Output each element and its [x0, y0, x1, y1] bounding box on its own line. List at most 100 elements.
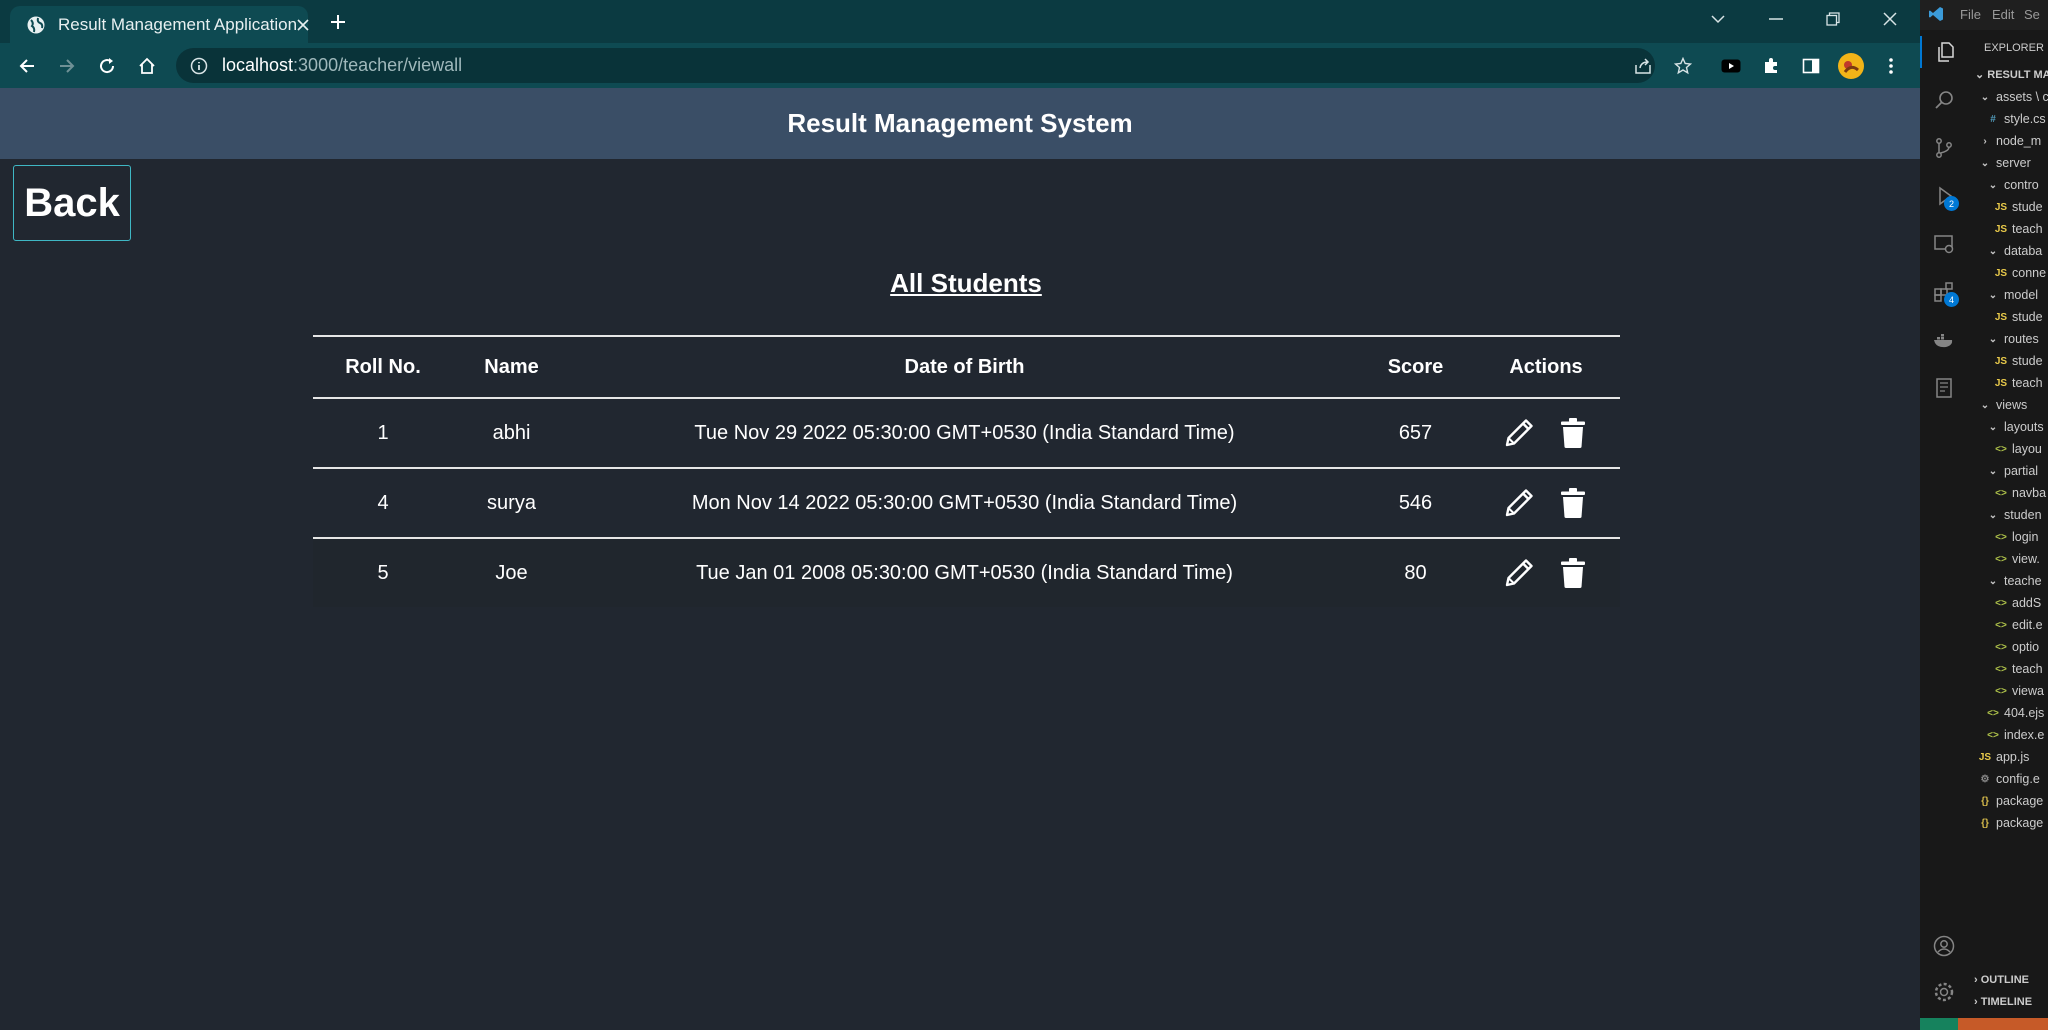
js-file-icon: JS — [1994, 201, 2008, 213]
folder-open-chevron-icon: ⌄ — [1988, 575, 1998, 587]
file-tree-item[interactable]: <> view. — [1994, 548, 2040, 570]
docker-icon[interactable] — [1928, 324, 1960, 356]
js-file-icon: JS — [1978, 751, 1992, 763]
file-tree-item[interactable]: # style.cs — [1986, 108, 2045, 130]
file-tree-item[interactable]: ⌄ assets \ c — [1978, 86, 2048, 108]
site-header: Result Management System — [0, 88, 1920, 159]
back-arrow-icon[interactable] — [12, 51, 42, 81]
extensions-puzzle-icon[interactable] — [1756, 51, 1786, 81]
actions-cell — [1472, 398, 1620, 468]
url-text: localhost:3000/teacher/viewall — [222, 55, 462, 76]
file-tree-item[interactable]: ⌄ model — [1986, 284, 2038, 306]
extensions-badge: 4 — [1944, 292, 1959, 307]
file-tree-item[interactable]: JS stude — [1994, 196, 2043, 218]
file-tree-item[interactable]: <> addS — [1994, 592, 2041, 614]
side-panel-icon[interactable] — [1796, 51, 1826, 81]
file-tree-item[interactable]: JS teach — [1994, 372, 2043, 394]
menu-file[interactable]: File — [1960, 7, 1981, 22]
browser-menu-icon[interactable] — [1876, 51, 1906, 81]
file-tree-item[interactable]: <> index.e — [1986, 724, 2044, 746]
run-debug-icon[interactable]: 2 — [1928, 180, 1960, 212]
file-tree-item[interactable]: <> navba — [1994, 482, 2046, 504]
extensions-icon[interactable]: 4 — [1928, 276, 1960, 308]
tab-search-icon[interactable] — [1698, 4, 1738, 34]
file-tree-item[interactable]: JS app.js — [1978, 746, 2029, 768]
delete-trash-icon[interactable] — [1557, 417, 1589, 449]
notebook-icon[interactable] — [1928, 372, 1960, 404]
file-tree-item[interactable]: <> optio — [1994, 636, 2039, 658]
file-tree-item[interactable]: ⌄ studen — [1986, 504, 2042, 526]
file-tree-item[interactable]: <> layou — [1994, 438, 2042, 460]
file-tree-item[interactable]: {} package — [1978, 812, 2043, 834]
search-icon[interactable] — [1928, 84, 1960, 116]
browser-tab[interactable]: Result Management Application — [10, 6, 309, 43]
remote-explorer-icon[interactable] — [1928, 228, 1960, 260]
file-tree-label: navba — [2012, 486, 2047, 500]
home-icon[interactable] — [132, 51, 162, 81]
file-tree-label: viewa — [2012, 684, 2044, 698]
folder-open-chevron-icon: ⌄ — [1980, 91, 1990, 103]
problems-indicator[interactable] — [1958, 1018, 2048, 1030]
file-tree-item[interactable]: JS conne — [1994, 262, 2046, 284]
file-tree-item[interactable]: <> teach — [1994, 658, 2042, 680]
timeline-section[interactable]: › TIMELINE — [1974, 996, 2032, 1008]
edit-pencil-icon[interactable] — [1503, 557, 1535, 589]
back-button[interactable]: Back — [13, 165, 131, 241]
reload-icon[interactable] — [92, 51, 122, 81]
settings-gear-icon[interactable] — [1928, 976, 1960, 1008]
bookmark-star-icon[interactable] — [1668, 51, 1698, 81]
file-tree-item[interactable]: <> login — [1994, 526, 2038, 548]
profile-avatar-icon[interactable] — [1836, 51, 1866, 81]
file-tree-item[interactable]: ⌄ teache — [1986, 570, 2042, 592]
file-tree-item[interactable]: JS stude — [1994, 350, 2043, 372]
table-row: 4 surya Mon Nov 14 2022 05:30:00 GMT+053… — [313, 468, 1620, 538]
file-tree-item[interactable]: ⌄ views — [1978, 394, 2027, 416]
file-tree-item[interactable]: ⚙ config.e — [1978, 768, 2040, 790]
outline-section[interactable]: › OUTLINE — [1974, 974, 2029, 986]
explorer-files-icon[interactable] — [1920, 36, 1970, 68]
vscode-logo-icon — [1928, 6, 1944, 22]
workspace-section-header[interactable]: ⌄ RESULT MA — [1975, 68, 2048, 81]
folder-open-chevron-icon: ⌄ — [1988, 421, 1998, 433]
edit-pencil-icon[interactable] — [1503, 487, 1535, 519]
file-tree-label: teach — [2012, 222, 2043, 236]
file-tree-item[interactable]: ⌄ server — [1978, 152, 2031, 174]
youtube-extension-icon[interactable] — [1716, 51, 1746, 81]
column-header-roll: Roll No. — [313, 335, 453, 399]
file-tree-item[interactable]: {} package — [1978, 790, 2043, 812]
accounts-icon[interactable] — [1928, 930, 1960, 962]
file-tree-item[interactable]: ⌄ routes — [1986, 328, 2039, 350]
close-tab-icon[interactable] — [297, 13, 309, 37]
file-tree-item[interactable]: <> 404.ejs — [1986, 702, 2044, 724]
close-window-icon[interactable] — [1870, 4, 1910, 34]
file-tree-item[interactable]: JS stude — [1994, 306, 2043, 328]
delete-trash-icon[interactable] — [1557, 487, 1589, 519]
forward-arrow-icon[interactable] — [52, 51, 82, 81]
file-tree-item[interactable]: ⌄ partial — [1986, 460, 2038, 482]
edit-pencil-icon[interactable] — [1503, 417, 1535, 449]
file-tree-item[interactable]: ⌄ databa — [1986, 240, 2042, 262]
file-tree-item[interactable]: ⌄ contro — [1986, 174, 2039, 196]
address-bar[interactable]: localhost:3000/teacher/viewall — [176, 48, 1655, 83]
page-content: Result Management System Back All Studen… — [0, 88, 1920, 1030]
menu-edit[interactable]: Edit — [1992, 7, 2014, 22]
file-tree-label: stude — [2012, 310, 2043, 324]
new-tab-icon[interactable] — [324, 8, 352, 36]
file-tree-item[interactable]: ⌄ layouts — [1986, 416, 2044, 438]
file-tree-item[interactable]: <> viewa — [1994, 680, 2044, 702]
delete-trash-icon[interactable] — [1557, 557, 1589, 589]
menu-selection[interactable]: Se — [2024, 7, 2040, 22]
source-control-icon[interactable] — [1928, 132, 1960, 164]
restore-icon[interactable] — [1813, 4, 1853, 34]
file-tree-item[interactable]: JS teach — [1994, 218, 2043, 240]
file-tree-label: index.e — [2004, 728, 2045, 742]
page-title: All Students — [890, 268, 1042, 298]
remote-indicator[interactable] — [1920, 1018, 1958, 1030]
file-tree-item[interactable]: › node_m — [1978, 130, 2041, 152]
css-file-icon: # — [1990, 113, 1996, 125]
share-icon[interactable] — [1628, 51, 1658, 81]
file-tree-item[interactable]: <> edit.e — [1994, 614, 2042, 636]
site-info-icon[interactable] — [190, 57, 208, 75]
minimize-icon[interactable] — [1756, 4, 1796, 34]
score-cell: 546 — [1398, 491, 1433, 514]
